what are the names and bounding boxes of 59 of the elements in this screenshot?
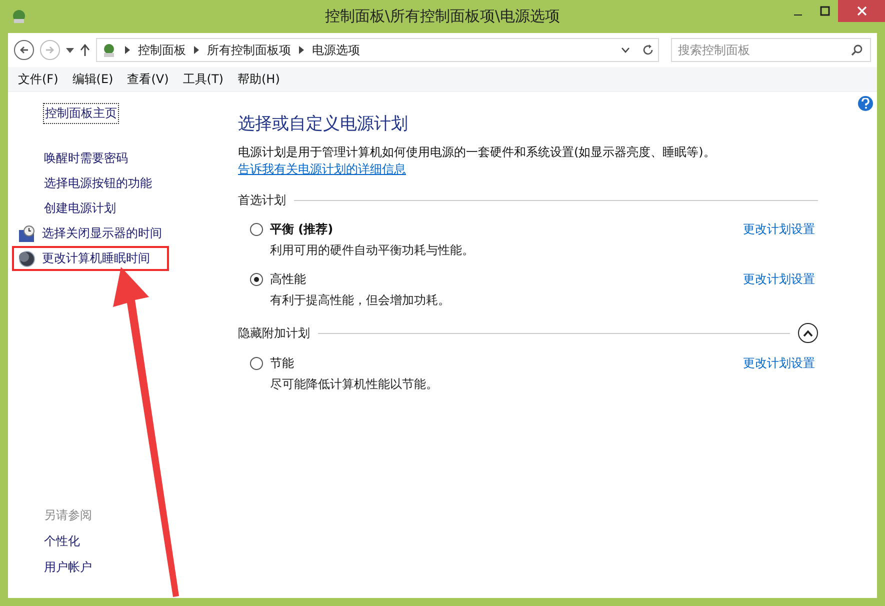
radio-button[interactable]: [250, 357, 263, 370]
close-icon: [856, 6, 866, 16]
back-button[interactable]: [14, 40, 34, 60]
menu-item[interactable]: 编辑(E): [66, 68, 120, 90]
minimize-icon: [792, 14, 802, 16]
clock-monitor-icon: [18, 224, 36, 242]
sidebar-link[interactable]: 控制面板主页: [44, 104, 118, 123]
plan-name: 平衡 (推荐): [270, 221, 334, 238]
radio-button[interactable]: [250, 273, 263, 286]
plan-name: 高性能: [270, 271, 307, 288]
breadcrumb[interactable]: 电源选项: [312, 42, 360, 58]
plan-settings-link[interactable]: 更改计划设置: [743, 355, 815, 372]
refresh-icon[interactable]: [642, 44, 654, 56]
menu-item[interactable]: 帮助(H): [232, 68, 286, 90]
help-link[interactable]: 告诉我有关电源计划的详细信息: [238, 162, 406, 176]
plan-description: 利用可用的硬件自动平衡功耗与性能。: [270, 242, 475, 259]
close-button[interactable]: [838, 0, 885, 22]
maximize-icon: [820, 6, 830, 16]
breadcrumb[interactable]: 所有控制面板项: [207, 42, 291, 58]
plan-settings-link[interactable]: 更改计划设置: [743, 221, 815, 238]
sidebar-link[interactable]: 选择关闭显示器的时间: [42, 225, 162, 242]
back-arrow-icon: [19, 45, 29, 55]
dropdown-icon[interactable]: [621, 47, 630, 53]
menu-item[interactable]: 查看(V): [121, 68, 175, 90]
plan-name: 节能: [270, 355, 295, 372]
group-heading: 首选计划: [238, 192, 286, 209]
description: 电源计划是用于管理计算机如何使用电源的一套硬件和系统设置(如显示器亮度、睡眠等)。 告诉我有关电源计划的详细信息: [238, 144, 716, 178]
chevron-icon[interactable]: [125, 46, 130, 54]
menu-item[interactable]: 文件(F): [12, 68, 64, 90]
search-field[interactable]: 搜索控制面板: [671, 38, 871, 62]
sidebar-link[interactable]: 个性化: [44, 533, 223, 550]
section-heading: 另请参阅: [44, 507, 93, 524]
plan-description: 尽可能降低计算机性能以节能。: [270, 376, 439, 393]
window-title: 控制面板\所有控制面板项\电源选项: [324, 7, 560, 26]
breadcrumb[interactable]: 控制面板: [138, 42, 186, 58]
control-panel-icon: [101, 42, 117, 58]
caret-icon[interactable]: [66, 48, 74, 52]
moon-icon: [18, 250, 36, 268]
collapse-button[interactable]: [798, 323, 818, 343]
plan-settings-link[interactable]: 更改计划设置: [743, 271, 815, 288]
radio-button[interactable]: [250, 223, 263, 236]
sidebar-link[interactable]: 用户帐户: [44, 559, 223, 576]
menu-item[interactable]: 工具(T): [176, 68, 230, 90]
plan-description: 有利于提高性能，但会增加功耗。: [270, 292, 451, 309]
sidebar-link[interactable]: 唤醒时需要密码: [44, 150, 128, 167]
up-arrow-icon[interactable]: [80, 44, 90, 56]
forward-arrow-icon: [45, 45, 55, 55]
page-heading: 选择或自定义电源计划: [238, 113, 409, 135]
group-heading: 隐藏附加计划: [238, 324, 310, 342]
chevron-icon[interactable]: [299, 46, 304, 54]
search-icon: [851, 44, 863, 56]
sidebar-link[interactable]: 更改计算机睡眠时间: [42, 250, 150, 267]
sidebar-link[interactable]: 创建电源计划: [44, 200, 116, 217]
chevron-up-icon: [803, 330, 813, 336]
app-icon: [10, 7, 28, 25]
help-icon[interactable]: [858, 96, 873, 111]
sidebar-link[interactable]: 选择电源按钮的功能: [44, 175, 152, 192]
chevron-icon[interactable]: [194, 46, 199, 54]
address-bar[interactable]: 控制面板 所有控制面板项 电源选项: [96, 38, 659, 62]
